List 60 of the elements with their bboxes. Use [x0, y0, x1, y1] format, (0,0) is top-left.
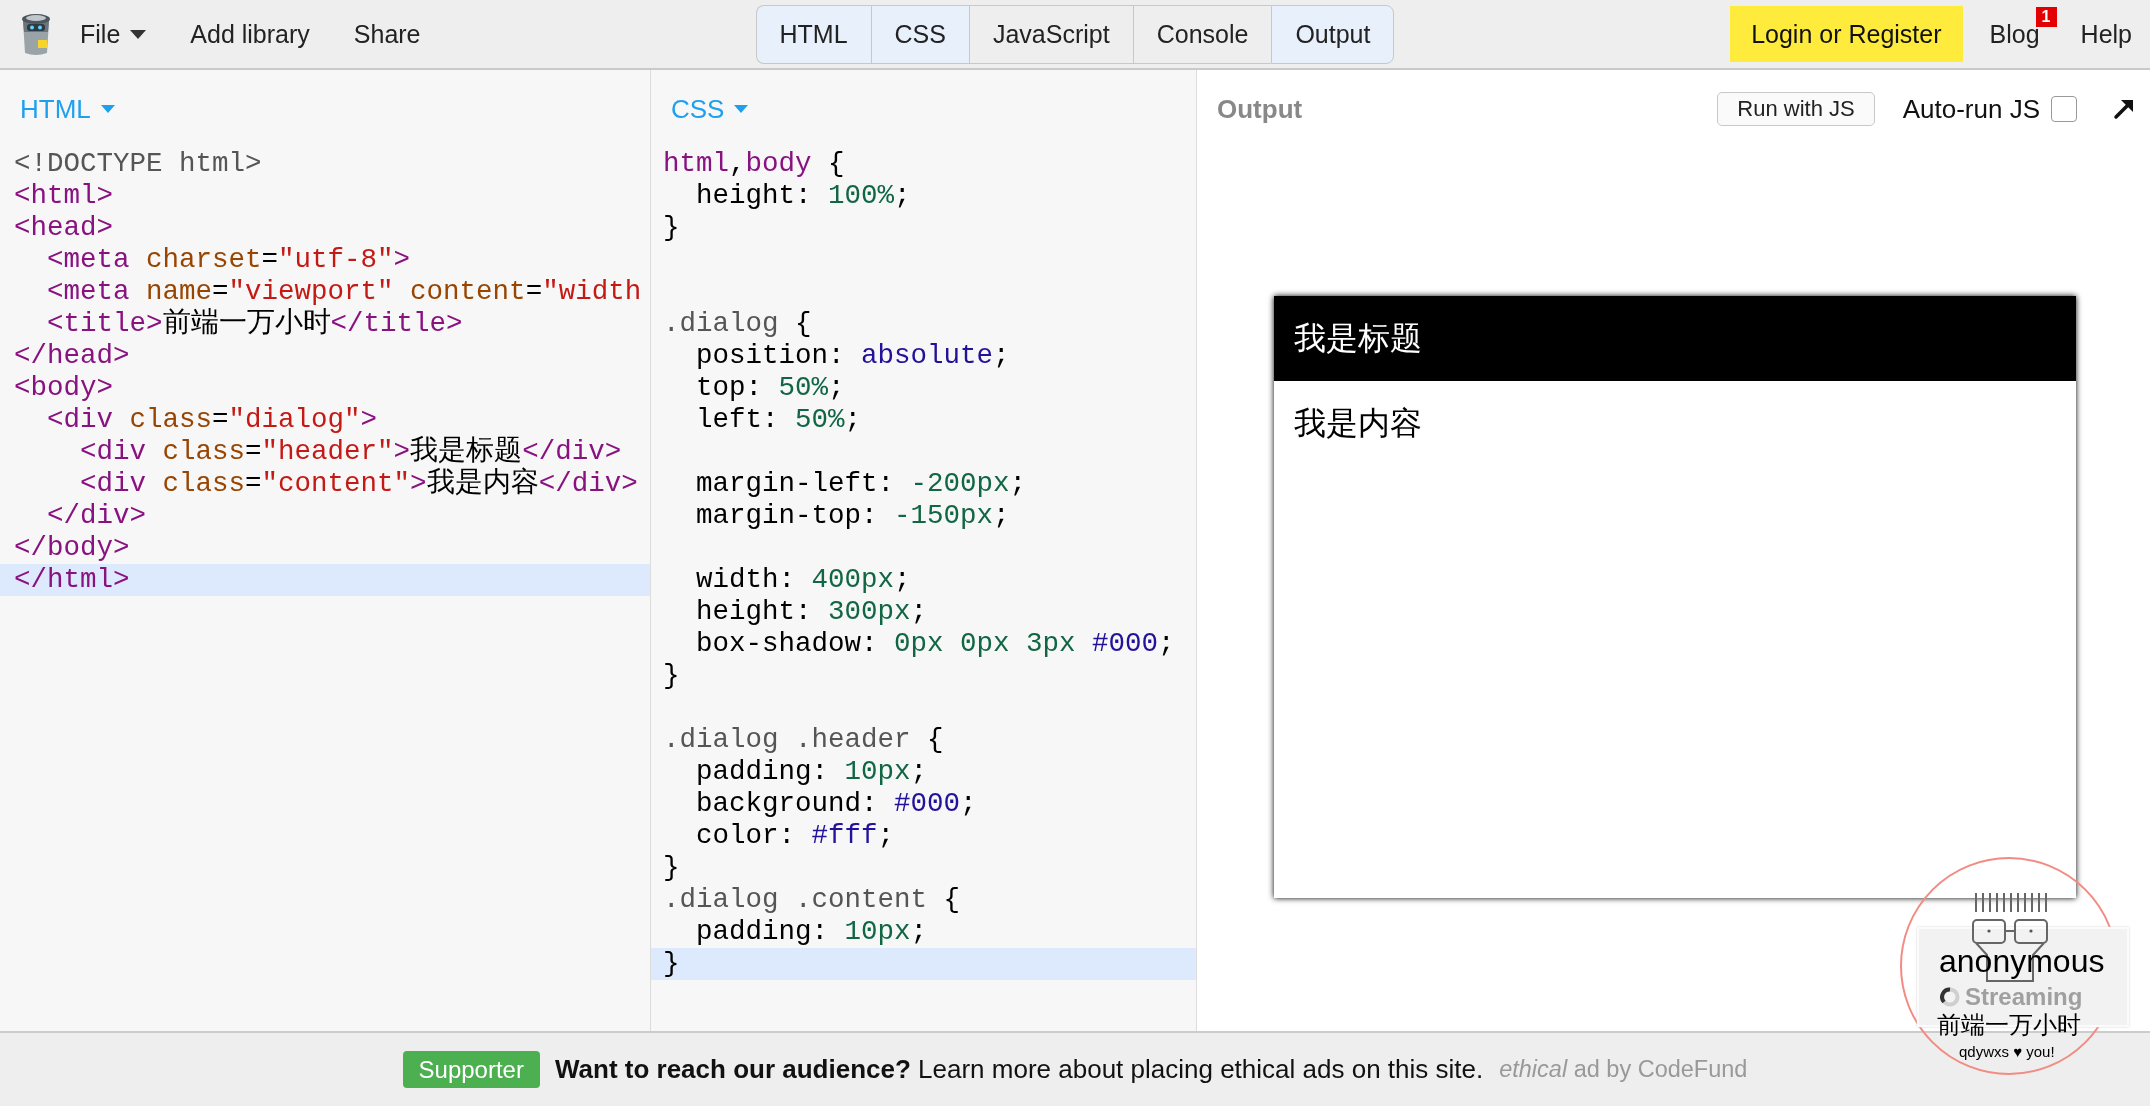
- code-line: top: 50%;: [695, 372, 846, 404]
- panel-tab[interactable]: JavaScript: [968, 4, 1133, 64]
- code-line: height: 300px;: [695, 596, 929, 628]
- stream-title: 前端一万小时: [1937, 1010, 2081, 1040]
- spinner-icon: [1940, 987, 1960, 1007]
- login-button[interactable]: Login or Register: [1730, 6, 1963, 62]
- caret-icon: [100, 105, 115, 113]
- arrow-icon[interactable]: [2113, 98, 2135, 120]
- code-line: <div class="dialog">: [46, 404, 379, 436]
- code-line: <!DOCTYPE html>: [13, 148, 263, 180]
- code-line: }: [662, 660, 681, 692]
- auto-run-label: Auto-run JS: [1902, 93, 2040, 125]
- code-line: html,body {: [662, 148, 846, 180]
- code-line: <html>: [13, 180, 115, 212]
- ad-message[interactable]: Want to reach our audience? Learn more about placing ethical ads on this site.: [554, 1054, 1484, 1085]
- code-line: <meta name="viewport" content="width: [46, 276, 643, 308]
- dialog-header: 我是标题: [1274, 296, 2076, 381]
- panel-tab[interactable]: Console: [1132, 4, 1272, 64]
- code-line: <meta charset="utf-8">: [46, 244, 412, 276]
- code-line: margin-top: -150px;: [695, 500, 1011, 532]
- code-line: <head>: [13, 212, 115, 244]
- run-button[interactable]: Run with JS: [1717, 92, 1875, 126]
- code-line: <div class="content">我是内容</div>: [79, 468, 639, 500]
- notification-count: 1: [2035, 7, 2057, 27]
- code-line: .dialog .header {: [662, 724, 945, 756]
- code-line: left: 50%;: [695, 404, 863, 436]
- panel-tab[interactable]: Output: [1271, 4, 1395, 64]
- auto-run-checkbox[interactable]: [2051, 96, 2077, 122]
- code-line: <div class="header">我是标题</div>: [79, 436, 623, 467]
- menu-button[interactable]: File: [58, 6, 169, 62]
- menu-button[interactable]: Share: [331, 6, 443, 62]
- stream-status: Streaming: [1965, 982, 2083, 1012]
- nav-link[interactable]: Help: [2080, 19, 2132, 49]
- code-line: box-shadow: 0px 0px 3px #000;: [695, 628, 1176, 660]
- code-line: padding: 10px;: [695, 916, 929, 948]
- dialog-text: 我是内容: [1294, 405, 1422, 441]
- code-line: .dialog {: [662, 308, 813, 340]
- code-line: color: #fff;: [695, 820, 896, 852]
- code-line: height: 100%;: [695, 180, 912, 212]
- code-line: position: absolute;: [695, 340, 1011, 372]
- caret-icon: [734, 105, 749, 113]
- code-line: </head>: [13, 340, 131, 372]
- robot-logo-icon[interactable]: [20, 12, 52, 56]
- code-line: padding: 10px;: [695, 756, 929, 788]
- code-line: </body>: [13, 532, 131, 564]
- code-line: .dialog .content {: [662, 884, 962, 916]
- code-line: </div>: [46, 500, 148, 532]
- code-line: }: [662, 212, 681, 244]
- code-line: margin-left: -200px;: [695, 468, 1028, 500]
- stream-credit: qdywxs ♥ you!: [1959, 1043, 2055, 1061]
- code-line: background: #000;: [695, 788, 978, 820]
- supporter-label: Supporter: [402, 1051, 540, 1088]
- panel-tab[interactable]: CSS: [870, 4, 969, 64]
- code-line: <title>前端一万小时</title>: [46, 308, 464, 340]
- code-line: }: [662, 852, 681, 884]
- panel-title: Output: [1217, 93, 1303, 125]
- panel-tab[interactable]: HTML: [755, 4, 871, 64]
- code-line: <body>: [13, 372, 115, 404]
- code-line: width: 400px;: [695, 564, 912, 596]
- menu-button[interactable]: Add library: [168, 6, 332, 62]
